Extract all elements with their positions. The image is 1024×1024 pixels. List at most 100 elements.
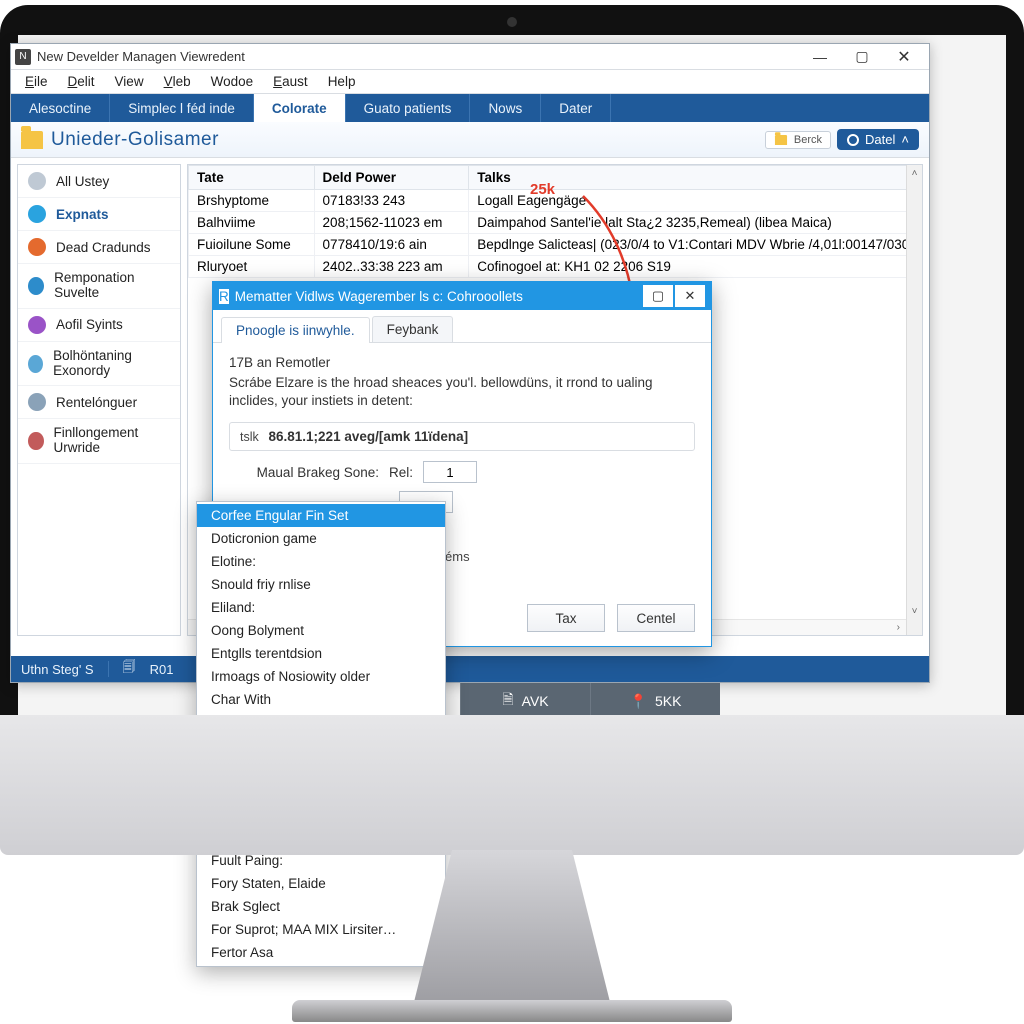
field-row-brakeg: Maual Brakeg Sone: Rel:: [229, 461, 695, 483]
context-item[interactable]: Fertor Asa: [197, 941, 445, 964]
circle-icon: [28, 277, 44, 295]
sidebar-item-finllongement[interactable]: Finllongement Urwride: [18, 419, 180, 464]
menu-view-1[interactable]: View: [105, 70, 154, 93]
dialog-section-header: 17B an Remotler: [229, 355, 695, 370]
circle-icon: [28, 238, 46, 256]
context-item[interactable]: Char With: [197, 688, 445, 711]
sidebar-item-remponation[interactable]: Remponation Suvelte: [18, 264, 180, 309]
context-item[interactable]: Entglls terentdsion: [197, 642, 445, 665]
skk-button[interactable]: 📍5KK: [590, 683, 720, 719]
tab-simplec[interactable]: Simplec l féd inde: [110, 94, 254, 122]
maximize-button[interactable]: ▢: [841, 45, 883, 69]
menu-help[interactable]: Help: [318, 70, 366, 93]
sidebar-item-rentelonguer[interactable]: Rentelónguer: [18, 386, 180, 419]
tab-guato[interactable]: Guato patients: [346, 94, 471, 122]
cell: 0778410/19:6 ain: [314, 234, 469, 256]
statusbar: Uthn Steg' S 🗐 R01: [11, 656, 929, 682]
menu-faust[interactable]: Eaust: [263, 70, 318, 93]
rel-input[interactable]: [423, 461, 477, 483]
data-grid: Tate Deld Power Talks Brshyptome07183!33…: [188, 165, 922, 278]
scroll-right-icon[interactable]: ›: [897, 622, 900, 633]
menu-wodoe[interactable]: Wodoe: [201, 70, 264, 93]
table-row[interactable]: Balhviime208;1562-11023 emDaimpahod Sant…: [189, 212, 922, 234]
group-label: 86.81.1;221 aveg/[amk 11ïdena]: [269, 429, 469, 444]
table-row[interactable]: Rluryoet2402..33:38 223 amCofinogoel at:…: [189, 256, 922, 278]
tab-alesoctine[interactable]: Alesoctine: [11, 94, 110, 122]
context-item[interactable]: For Suprot; MAA MIX Lirsiter…: [197, 918, 445, 941]
pin-icon: 📍: [630, 693, 647, 710]
context-item[interactable]: Eliland:: [197, 596, 445, 619]
tab-colorate[interactable]: Colorate: [254, 94, 346, 122]
sidebar-item-label: Remponation Suvelte: [54, 271, 170, 301]
menu-file[interactable]: Eile: [15, 70, 58, 93]
dialog-tab-pnoogle[interactable]: Pnoogle is iinwyhle.: [221, 317, 370, 343]
scroll-down-icon[interactable]: ˅: [907, 603, 922, 619]
tab-dater[interactable]: Dater: [541, 94, 611, 122]
chevron-up-icon: ˄: [901, 132, 909, 147]
status-left: Uthn Steg' S: [21, 662, 94, 677]
field2-label: Rel:: [389, 465, 413, 480]
sidebar-item-aofil[interactable]: Aofil Syints: [18, 309, 180, 342]
context-item[interactable]: Elotine:: [197, 550, 445, 573]
dialog-tabs: Pnoogle is iinwyhle. Feybank: [213, 310, 711, 343]
table-row[interactable]: Brshyptome07183!33 243Logall Eagengäge: [189, 190, 922, 212]
cell: 07183!33 243: [314, 190, 469, 212]
vertical-scrollbar[interactable]: ˄ ˅: [906, 165, 922, 635]
context-item[interactable]: Brak Sglect: [197, 895, 445, 918]
table-row[interactable]: Fuioilune Some0778410/19:6 ainBepdlnge S…: [189, 234, 922, 256]
cell: Fuioilune Some: [189, 234, 315, 256]
tax-button[interactable]: Tax: [527, 604, 605, 632]
context-item[interactable]: Doticronion game: [197, 527, 445, 550]
close-button[interactable]: ✕: [883, 45, 925, 69]
col-tate[interactable]: Tate: [189, 166, 315, 190]
sidebar-item-bolhontaning[interactable]: Bolhöntaning Exonordy: [18, 342, 180, 387]
context-item[interactable]: Snould friy rnlise: [197, 573, 445, 596]
context-item[interactable]: Irmoags of Nosiowity older: [197, 665, 445, 688]
doc-icon: 🗎: [502, 689, 513, 713]
sidebar-item-label: Dead Cradunds: [56, 240, 151, 255]
minimize-button[interactable]: —: [799, 45, 841, 69]
menu-vleb[interactable]: Vleb: [154, 70, 201, 93]
window-title: New Develder Managen Viewredent: [37, 49, 245, 64]
tabstrip: Alesoctine Simplec l féd inde Colorate G…: [11, 94, 929, 122]
cancel-button[interactable]: Centel: [617, 604, 695, 632]
header-bar: Unieder-Golisamer Berck Datel ˄: [11, 122, 929, 158]
app-icon: N: [15, 49, 31, 65]
col-deld-power[interactable]: Deld Power: [314, 166, 469, 190]
sidebar: All Ustey Expnats Dead Cradunds Remponat…: [17, 164, 181, 636]
dialog-icon: R: [219, 289, 229, 304]
cell: Balhviime: [189, 212, 315, 234]
dialog-maximize-button[interactable]: ▢: [643, 285, 673, 307]
label: AVK: [522, 693, 549, 709]
datel-button[interactable]: Datel ˄: [837, 129, 919, 150]
header-badge-label: Berck: [794, 134, 822, 146]
dialog-title: Mematter Vidlws Wagerember ls c: Cohrooo…: [235, 289, 523, 304]
dialog-tab-feybank[interactable]: Feybank: [372, 316, 454, 342]
cell: 2402..33:38 223 am: [314, 256, 469, 278]
circle-icon: [28, 316, 46, 334]
cell: Brshyptome: [189, 190, 315, 212]
cell: 208;1562-11023 em: [314, 212, 469, 234]
context-item-corfee[interactable]: Corfee Engular Fin Set: [197, 504, 445, 527]
dialog-close-button[interactable]: ✕: [675, 285, 705, 307]
cell: Logall Eagengäge: [469, 190, 922, 212]
scroll-up-icon[interactable]: ˄: [907, 165, 922, 181]
header-badge[interactable]: Berck: [765, 131, 831, 149]
monitor-foot: [292, 1000, 732, 1022]
sidebar-item-dead-cradunds[interactable]: Dead Cradunds: [18, 231, 180, 264]
camera-dot: [507, 17, 517, 27]
context-item[interactable]: Fory Staten, Elaide: [197, 872, 445, 895]
circle-icon: [28, 355, 43, 373]
avatar-icon: [28, 172, 46, 190]
sidebar-item-expnats[interactable]: Expnats: [18, 198, 180, 231]
context-item[interactable]: Oong Bolyment: [197, 619, 445, 642]
col-talks[interactable]: Talks: [469, 166, 922, 190]
sidebar-item-all-ustey[interactable]: All Ustey: [18, 165, 180, 198]
avk-button[interactable]: 🗎 AVK: [460, 683, 590, 719]
circle-icon: [28, 432, 44, 450]
window-controls: — ▢ ✕: [799, 45, 925, 69]
field-label: Maual Brakeg Sone:: [229, 465, 379, 480]
menu-edit[interactable]: Delit: [58, 70, 105, 93]
tab-nows[interactable]: Nows: [470, 94, 541, 122]
status-doc-icon: 🗐: [123, 658, 136, 680]
